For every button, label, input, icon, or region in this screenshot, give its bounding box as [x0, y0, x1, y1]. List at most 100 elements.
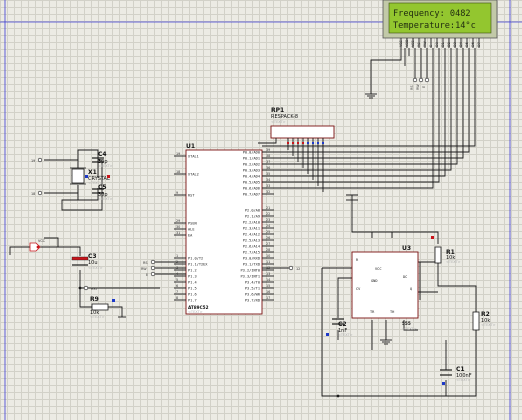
- u1-pin-num-34: 34: [266, 178, 270, 182]
- u3-pin-dc: DC: [403, 275, 407, 279]
- p1-rw-net: RW: [141, 267, 147, 271]
- u1-pin-num-35: 35: [266, 172, 270, 176]
- u1-pin-num-36: 36: [266, 166, 270, 170]
- u1-pin-num-29: 29: [176, 219, 180, 223]
- u1-pin-25: P2.4/A12: [243, 232, 260, 236]
- c5-text: <TEXT>: [98, 197, 113, 201]
- u1-pin-num-24: 24: [266, 224, 270, 228]
- u1-pin-num-38: 38: [266, 154, 270, 158]
- u1-pin-15: P3.5/T1: [245, 286, 260, 290]
- u1-pin-37: P0.2/AD2: [243, 162, 260, 166]
- c2-capacitor[interactable]: C2 1nF <TEXT>: [326, 318, 353, 337]
- c1-ref: C1: [456, 366, 465, 373]
- u1-pin-35: P0.4/AD4: [243, 174, 260, 178]
- u1-pin-33: P0.6/AD6: [243, 186, 260, 190]
- u1-ref: U1: [186, 143, 195, 150]
- r2-resistor[interactable]: R2 10k <TEXT>: [472, 311, 496, 331]
- u1-pin-num-10: 10: [266, 254, 270, 258]
- vcc-terminal[interactable]: VCC: [29, 239, 46, 252]
- u1-pin-num-22: 22: [266, 212, 270, 216]
- u3-pin-vcc: VCC: [375, 267, 382, 271]
- u3-text: <TEXT>: [402, 327, 417, 331]
- u1-pin-30: ALE: [188, 227, 195, 231]
- u1-pin-num-13: 13: [266, 272, 270, 276]
- u1-pin-num-9: 9: [176, 191, 178, 195]
- c3-ref: C3: [88, 253, 97, 260]
- c4-capacitor[interactable]: C4 30p <TEXT>: [92, 151, 113, 168]
- u1-pin-num-11: 11: [266, 260, 270, 264]
- u1-pin-13: P3.3/INT1: [241, 274, 260, 278]
- r9-ref: R9: [90, 296, 99, 303]
- lcd-rs-net: RS: [410, 85, 414, 90]
- r1-text: <TEXT>: [446, 260, 461, 264]
- r1-resistor[interactable]: R1 10k <TEXT>: [431, 236, 461, 264]
- u1-pin-17: P3.7/RD: [245, 298, 260, 302]
- c3-capacitor[interactable]: C3 10u <TEXT>: [71, 253, 103, 270]
- x1-net-bottom: 18: [31, 192, 35, 196]
- lcd-e-net: E: [422, 86, 426, 88]
- u3-value: 555: [402, 321, 411, 326]
- u1-pin-2: P1.1/T2EX: [188, 262, 208, 266]
- u1-pin-3: P1.2: [188, 268, 197, 272]
- r9-text: <TEXT>: [90, 315, 105, 319]
- u3-ref: U3: [402, 245, 411, 252]
- u1-pin-10: P3.0/RXD: [243, 256, 260, 260]
- u1-pin-num-17: 17: [266, 296, 270, 300]
- u1-pin-29: PSEN: [188, 221, 197, 225]
- rst-net-label: RST: [91, 287, 99, 291]
- u1-pin-38: P0.1/AD1: [243, 156, 260, 160]
- u1-pin-8: P1.7: [188, 298, 197, 302]
- u1-text: <TEXT>: [188, 310, 203, 314]
- x1-net-top: 19: [31, 159, 35, 163]
- r2-text: <TEXT>: [481, 323, 496, 327]
- u1-pin-12: P3.2/INT0: [241, 268, 260, 272]
- u1-pin-18: XTAL2: [188, 172, 199, 176]
- u3-555-timer[interactable]: U3 R VCC DC CV Q GND TR TH 555 <TEXT>: [351, 245, 419, 331]
- u1-pin-6: P1.5: [188, 286, 197, 290]
- u1-pin-num-14: 14: [266, 278, 270, 282]
- u1-pin-num-1: 1: [176, 254, 178, 258]
- u1-pin-num-8: 8: [176, 296, 178, 300]
- u1-p1-nets: RS RW E: [141, 259, 186, 277]
- u1-pin-num-21: 21: [266, 206, 270, 210]
- u1-pin-num-18: 18: [176, 170, 180, 174]
- u1-pin-5: P1.4: [188, 280, 197, 284]
- u1-pin-num-28: 28: [266, 248, 270, 252]
- u1-pin-num-23: 23: [266, 218, 270, 222]
- u1-pin-28: P2.7/A15: [243, 250, 260, 254]
- u1-microcontroller[interactable]: U1 AT89C52 <TEXT> XTAL119XTAL218RST9PSEN…: [174, 143, 274, 315]
- lcd-line-2: Temperature:14°c: [393, 21, 476, 31]
- x1-crystal[interactable]: X1 CRYSTAL <TEXT>: [70, 167, 110, 185]
- u1-pin-num-31: 31: [176, 231, 180, 235]
- u1-pin-num-15: 15: [266, 284, 270, 288]
- c2-ref: C2: [338, 321, 347, 328]
- u1-pin-34: P0.5/AD5: [243, 180, 260, 184]
- u1-pin-num-7: 7: [176, 290, 178, 294]
- u1-pin-num-26: 26: [266, 236, 270, 240]
- u1-pin-21: P2.0/A8: [245, 208, 260, 212]
- lcd-pin-labels: VSS VDD VEE RS RW E D0 D1 D2 D3 D4 D5 D6 D7: [399, 38, 481, 48]
- u1-pin-11: P3.1/TXD: [243, 262, 260, 266]
- u3-pin-th: TH: [390, 310, 394, 314]
- p32-net-label: 12: [296, 267, 300, 271]
- rp1-ref: RP1: [271, 107, 284, 114]
- u1-pin-27: P2.6/A14: [243, 244, 260, 248]
- p1-e-net: E: [146, 273, 148, 277]
- c3-text: <TEXT>: [88, 266, 103, 270]
- c5-ref: C5: [98, 184, 107, 191]
- r2-ref: R2: [481, 311, 490, 318]
- c4-text: <TEXT>: [98, 164, 113, 168]
- u1-pin-num-19: 19: [176, 152, 180, 156]
- schematic-canvas[interactable]: Frequency: 0482 Temperature:14°c VSS VDD V…: [0, 0, 522, 420]
- c1-capacitor[interactable]: C1 100nF <TEXT>: [440, 366, 472, 385]
- u1-pin-num-5: 5: [176, 278, 178, 282]
- c5-capacitor[interactable]: C5 30p <TEXT>: [92, 184, 113, 201]
- u1-pin-num-32: 32: [266, 190, 270, 194]
- u1-pin-num-6: 6: [176, 284, 178, 288]
- lcd-display[interactable]: Frequency: 0482 Temperature:14°c VSS VDD V…: [382, 0, 498, 48]
- u1-pin-num-37: 37: [266, 160, 270, 164]
- u1-pin-7: P1.6: [188, 292, 197, 296]
- u1-pin-19: XTAL1: [188, 154, 199, 158]
- u1-pin-num-16: 16: [266, 290, 270, 294]
- r9-resistor[interactable]: R9 10k <TEXT>: [90, 296, 109, 319]
